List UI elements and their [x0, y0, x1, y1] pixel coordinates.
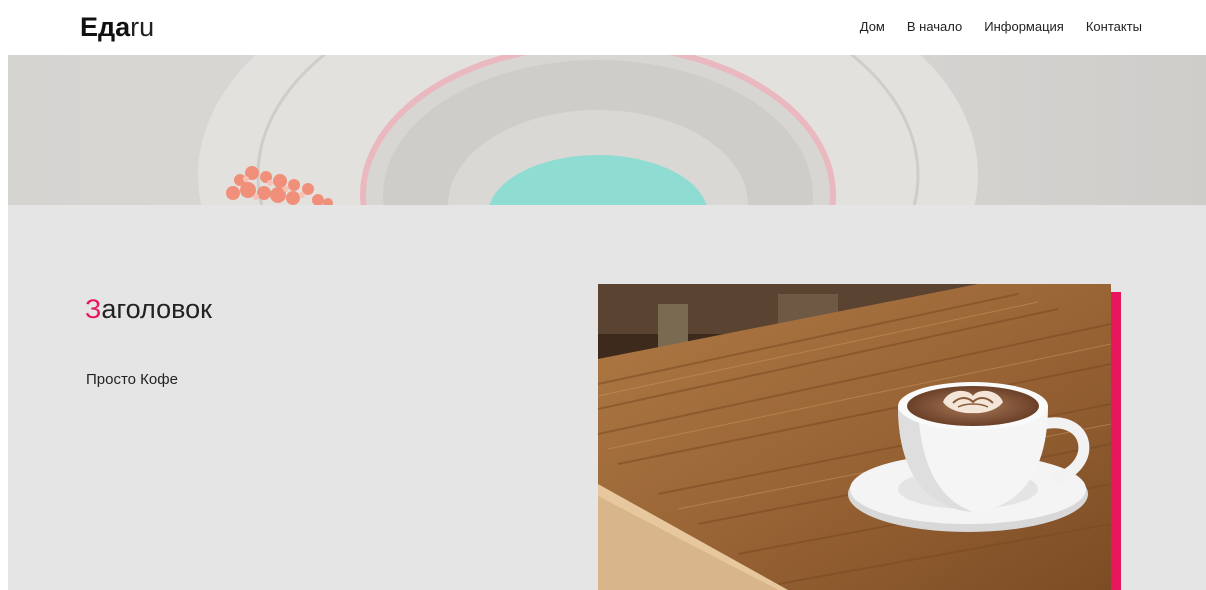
hero-banner-image — [8, 55, 1206, 205]
logo-domain: ru — [130, 12, 155, 42]
content-section: Заголовок Просто Кофе — [8, 205, 1206, 590]
logo-primary: Еда — [80, 12, 131, 42]
section-heading: Заголовок — [85, 293, 212, 325]
nav-link-top[interactable]: В начало — [907, 19, 962, 35]
nav-link-home[interactable]: Дом — [860, 19, 885, 35]
heading-accent-letter: З — [85, 294, 102, 324]
heading-text: аголовок — [101, 294, 212, 324]
main-nav: Дом В начало Информация Контакты — [838, 19, 1142, 35]
section-subtext: Просто Кофе — [86, 371, 178, 388]
photo-accent-bar — [1111, 292, 1121, 590]
site-header: Едаru Дом В начало Информация Контакты — [0, 0, 1206, 55]
coffee-photo — [598, 284, 1111, 590]
nav-link-contacts[interactable]: Контакты — [1086, 19, 1142, 35]
nav-link-info[interactable]: Информация — [984, 19, 1064, 35]
site-logo[interactable]: Едаru — [80, 12, 154, 42]
